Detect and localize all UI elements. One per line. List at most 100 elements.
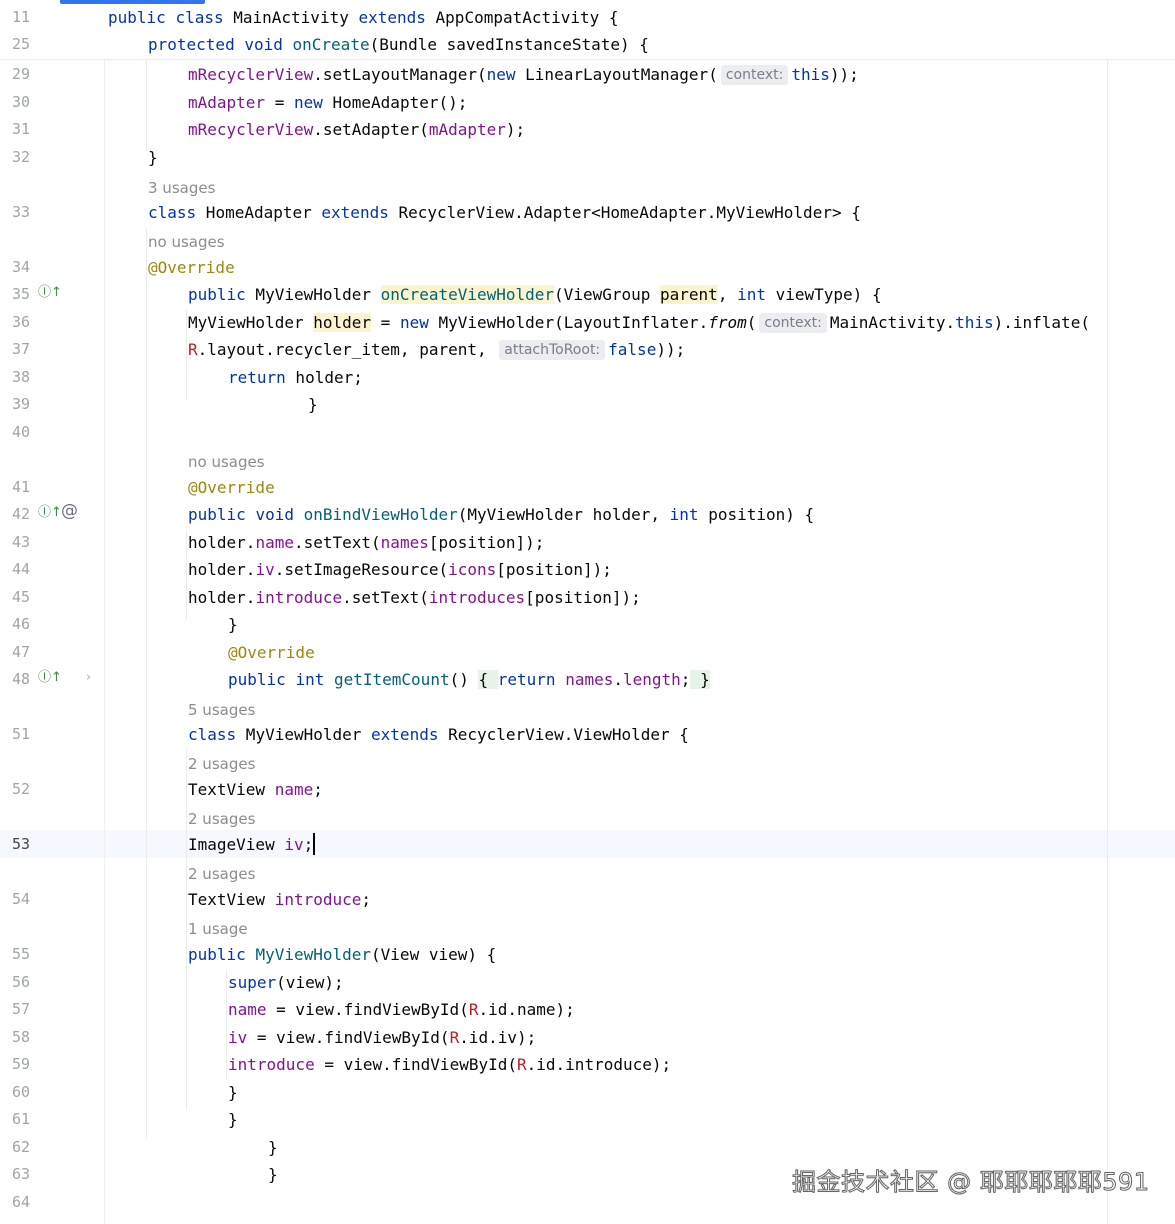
line-number: 30 — [12, 93, 31, 111]
code-token: public — [188, 285, 246, 304]
line-number: 46 — [12, 615, 31, 633]
code-text: MyViewHolder holder = new MyViewHolder(L… — [188, 311, 1090, 335]
code-token: )); — [829, 65, 859, 84]
usages-hint[interactable]: 5 usages — [188, 700, 255, 720]
code-token: introduce — [274, 890, 362, 909]
code-editor[interactable]: 11 public class MainActivity extends AppC… — [0, 0, 1175, 1224]
line-number: 40 — [12, 423, 31, 441]
code-text: holder.iv.setImageResource(icons[positio… — [188, 558, 612, 582]
code-token: name — [228, 1000, 267, 1019]
line-number: 53 — [12, 835, 31, 853]
code-token: = — [265, 93, 294, 112]
line-number: 43 — [12, 533, 31, 551]
code-token: name — [255, 533, 294, 552]
line-number: 57 — [12, 1000, 31, 1018]
code-token: int — [295, 670, 325, 689]
code-token: int — [737, 285, 766, 304]
code-token: = view.findViewById( — [266, 1000, 469, 1019]
code-token: @Override — [148, 258, 235, 277]
code-token: protected — [148, 35, 235, 54]
code-token: } — [228, 615, 238, 634]
code-token: } — [228, 1083, 238, 1102]
code-token: class — [188, 725, 237, 744]
code-token: .setLayoutManager( — [313, 65, 487, 84]
code-token: MainActivity. — [829, 313, 956, 332]
code-token: , — [717, 285, 738, 304]
code-token: int — [669, 505, 699, 524]
code-token: iv — [255, 560, 275, 579]
code-token: .setImageResource( — [274, 560, 449, 579]
code-token: name — [274, 780, 314, 799]
watermark: 掘金技术社区 @ 耶耶耶耶耶591 — [792, 1168, 1150, 1197]
code-text: } — [228, 613, 238, 637]
code-token: parent — [660, 285, 718, 304]
line-number: 36 — [12, 313, 31, 331]
usages-hint[interactable]: no usages — [188, 452, 265, 472]
code-token: this — [955, 313, 994, 332]
usages-hint[interactable]: 1 usage — [188, 919, 248, 939]
code-token: holder. — [188, 533, 256, 552]
code-token: holder — [313, 313, 372, 332]
code-text: public int getItemCount() { return names… — [228, 668, 710, 692]
code-token: } — [228, 1110, 238, 1129]
line-number: 64 — [12, 1193, 31, 1211]
usages-hint[interactable]: 2 usages — [188, 864, 255, 884]
code-token: new — [486, 65, 516, 84]
code-token: MyViewHolder — [188, 313, 314, 332]
code-token: getItemCount — [333, 670, 450, 689]
line-number: 45 — [12, 588, 31, 606]
code-token: holder. — [188, 588, 256, 607]
override-method-icon[interactable]: Ⓘ↑ — [38, 285, 62, 301]
code-token: ; — [361, 890, 372, 909]
code-token: icons — [448, 560, 497, 579]
text-caret — [313, 833, 316, 855]
code-token: ).inflate( — [993, 313, 1090, 332]
fold-chevron-icon[interactable]: › — [86, 670, 91, 686]
code-token: extends — [358, 8, 426, 27]
code-token: this — [791, 65, 830, 84]
code-token: (View view) { — [371, 945, 497, 964]
line-number: 58 — [12, 1028, 31, 1046]
parameter-name-hint: context: — [720, 65, 789, 85]
code-token: position) { — [698, 505, 815, 524]
code-text: @Override — [188, 476, 275, 500]
code-text: } — [268, 1163, 278, 1187]
code-token: .setAdapter( — [313, 120, 429, 139]
code-text: } — [228, 1081, 238, 1105]
indent-guide — [146, 60, 147, 150]
code-token: MyViewHolder — [255, 945, 372, 964]
code-token: .id.name); — [478, 1000, 575, 1019]
line-number: 55 — [12, 945, 31, 963]
code-token: .id.introduce); — [526, 1055, 672, 1074]
code-token: R — [188, 340, 198, 359]
override-method-icon[interactable]: Ⓘ↑ — [38, 670, 62, 686]
code-token: { — [478, 670, 498, 689]
code-token: mRecyclerView — [188, 120, 314, 139]
code-token: R — [449, 1028, 460, 1047]
code-text: TextView introduce; — [188, 888, 371, 912]
line-number: 39 — [12, 395, 31, 413]
usages-hint[interactable]: 2 usages — [188, 809, 255, 829]
code-text: TextView name; — [188, 778, 323, 802]
code-text: mAdapter = new HomeAdapter(); — [188, 91, 467, 115]
code-token: HomeAdapter — [196, 203, 322, 222]
parameter-name-hint: attachToRoot: — [499, 340, 606, 360]
code-text: public void onBindViewHolder(MyViewHolde… — [188, 503, 814, 527]
override-method-icon[interactable]: Ⓘ↑ — [38, 505, 62, 521]
code-text: } — [148, 146, 158, 170]
code-token: viewType) { — [765, 285, 882, 304]
usages-hint[interactable]: 3 usages — [148, 178, 215, 198]
code-token: ; — [680, 670, 691, 689]
line-number: 29 — [12, 65, 31, 83]
current-line-highlight — [0, 830, 1175, 858]
mention-icon[interactable]: @ — [61, 503, 78, 520]
sticky-header-divider — [0, 59, 1175, 60]
code-token: onCreate — [292, 35, 370, 54]
code-text: public class MainActivity extends AppCom… — [108, 6, 619, 30]
code-token: [position]); — [496, 560, 612, 579]
usages-hint[interactable]: no usages — [148, 232, 225, 252]
code-token: class — [175, 8, 224, 27]
usages-hint[interactable]: 2 usages — [188, 754, 255, 774]
indent-guide — [146, 228, 147, 1138]
